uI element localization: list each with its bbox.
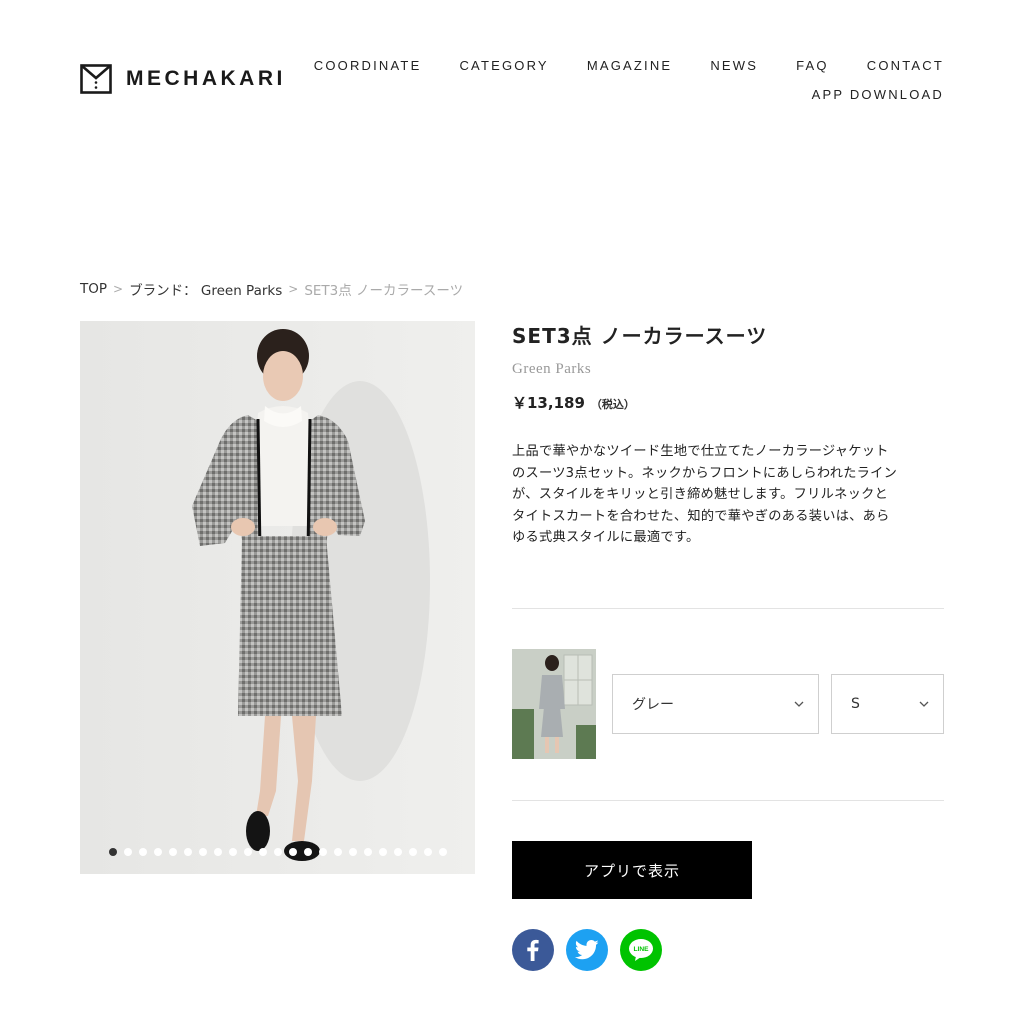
carousel-dot[interactable] <box>184 848 192 856</box>
breadcrumb: TOP > ブランド： Green Parks > SET3点 ノーカラースーツ <box>80 279 463 299</box>
share-buttons: LINE <box>512 929 662 971</box>
variant-thumbnail[interactable] <box>512 649 596 759</box>
carousel-dot[interactable] <box>379 848 387 856</box>
carousel-dot[interactable] <box>259 848 267 856</box>
variant-thumbnail-image <box>512 649 596 759</box>
logo-mark-icon <box>80 64 112 94</box>
description-line: 上品で華やかなツイード生地で仕立てたノーカラージャケット <box>512 444 889 459</box>
carousel-dot[interactable] <box>199 848 207 856</box>
logo-text: MECHAKARI <box>126 67 286 90</box>
description-line: が、スタイルをキリッと引き締め魅せします。フリルネックと <box>512 487 889 503</box>
carousel-dot[interactable] <box>439 848 447 856</box>
carousel-dot[interactable] <box>334 848 342 856</box>
carousel-dot[interactable] <box>349 848 357 856</box>
nav-news[interactable]: NEWS <box>710 58 758 73</box>
breadcrumb-current: SET3点 ノーカラースーツ <box>304 283 464 299</box>
nav-coordinate[interactable]: COORDINATE <box>314 58 422 73</box>
carousel-dot[interactable] <box>154 848 162 856</box>
carousel-dot[interactable] <box>409 848 417 856</box>
nav-app-download[interactable]: APP DOWNLOAD <box>812 87 944 102</box>
facebook-share-button[interactable] <box>512 929 554 971</box>
carousel-dot[interactable] <box>169 848 177 856</box>
product-photo <box>80 321 475 874</box>
nav-row-primary: COORDINATE CATEGORY MAGAZINE NEWS FAQ CO… <box>314 58 944 73</box>
description-line: ゆる式典スタイルに最適です。 <box>512 530 700 546</box>
product-brand[interactable]: Green Parks <box>512 361 944 378</box>
nav-contact[interactable]: CONTACT <box>867 58 944 73</box>
carousel-dot[interactable] <box>364 848 372 856</box>
carousel-dot[interactable] <box>289 848 297 856</box>
main-nav: COORDINATE CATEGORY MAGAZINE NEWS FAQ CO… <box>314 58 944 102</box>
carousel-dot[interactable] <box>424 848 432 856</box>
divider <box>512 800 944 801</box>
breadcrumb-separator: > <box>113 282 124 296</box>
carousel-dot[interactable] <box>124 848 132 856</box>
carousel-dot[interactable] <box>394 848 402 856</box>
carousel-dot[interactable] <box>109 848 117 856</box>
description-line: のスーツ3点セット。ネックからフロントにあしらわれたライン <box>512 465 898 481</box>
product-title: SET3点 ノーカラースーツ <box>512 324 768 348</box>
breadcrumb-brand-link[interactable]: ブランド： Green Parks <box>129 279 282 299</box>
carousel-dots <box>109 848 447 856</box>
line-icon-text: LINE <box>633 946 649 953</box>
line-share-button[interactable]: LINE <box>620 929 662 971</box>
nav-magazine[interactable]: MAGAZINE <box>587 58 673 73</box>
carousel-dot[interactable] <box>274 848 282 856</box>
product-info: SET3点 ノーカラースーツ Green Parks ￥13,189 （税込） … <box>512 321 944 549</box>
nav-row-secondary: APP DOWNLOAD <box>324 87 944 102</box>
carousel-dot[interactable] <box>139 848 147 856</box>
carousel-dot[interactable] <box>244 848 252 856</box>
carousel-dot[interactable] <box>214 848 222 856</box>
tax-note: （税込） <box>590 398 635 411</box>
carousel-dot[interactable] <box>304 848 312 856</box>
size-select[interactable]: S <box>831 674 944 734</box>
site-logo[interactable]: MECHAKARI <box>80 64 286 94</box>
nav-category[interactable]: CATEGORY <box>459 58 548 73</box>
price-row: ￥13,189 （税込） <box>512 392 944 413</box>
chevron-down-icon <box>794 701 804 707</box>
nav-faq[interactable]: FAQ <box>796 58 829 73</box>
color-select-value: グレー <box>632 697 674 713</box>
color-select[interactable]: グレー <box>612 674 819 734</box>
divider <box>512 608 944 609</box>
chevron-down-icon <box>919 701 929 707</box>
view-in-app-button[interactable]: アプリで表示 <box>512 841 752 899</box>
size-select-value: S <box>851 696 860 712</box>
breadcrumb-separator: > <box>288 282 299 296</box>
description-line: タイトスカートを合わせた、知的で華やぎのある装いは、あら <box>512 508 890 524</box>
product-description: 上品で華やかなツイード生地で仕立てたノーカラージャケット のスーツ3点セット。ネ… <box>512 441 944 549</box>
twitter-share-button[interactable] <box>566 929 608 971</box>
carousel-dot[interactable] <box>319 848 327 856</box>
breadcrumb-top-link[interactable]: TOP <box>80 281 107 297</box>
line-icon: LINE <box>629 939 653 961</box>
facebook-icon <box>527 939 539 961</box>
twitter-icon <box>575 940 599 960</box>
product-price: ￥13,189 <box>512 394 585 412</box>
product-image-carousel[interactable] <box>80 321 475 874</box>
carousel-dot[interactable] <box>229 848 237 856</box>
